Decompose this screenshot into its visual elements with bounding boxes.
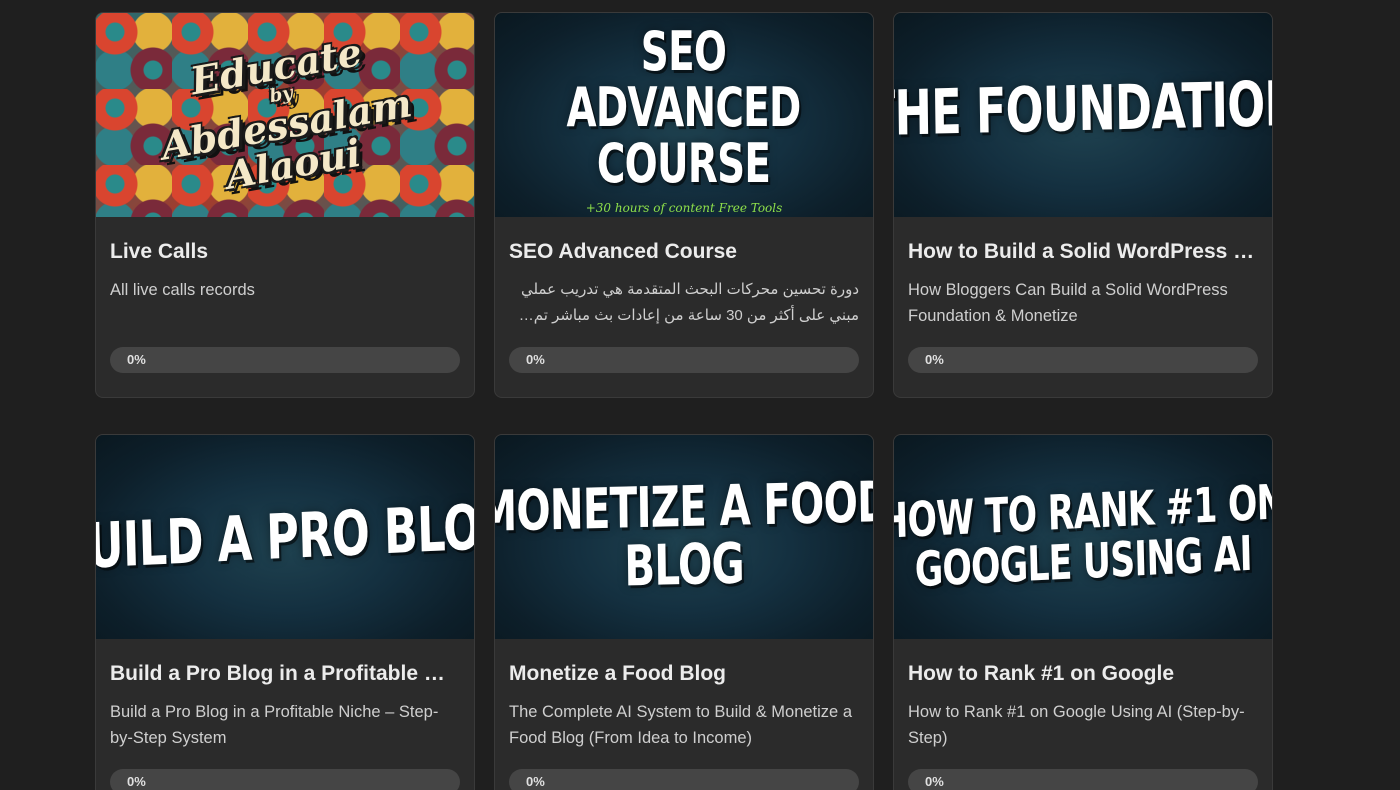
progress-bar: 0%: [509, 769, 859, 790]
course-description: All live calls records: [110, 281, 255, 299]
thumbnail-headline: BUILD A PRO BLOG: [96, 488, 474, 585]
course-title[interactable]: How to Rank #1 on Google: [908, 661, 1258, 687]
course-thumbnail: HOW TO RANK #1 ON GOOGLE USING AI: [894, 435, 1272, 639]
progress-label: 0%: [127, 352, 146, 367]
course-title[interactable]: SEO Advanced Course: [509, 239, 859, 265]
thumbnail-headline: MONETIZE A FOOD BLOG: [495, 470, 873, 600]
course-description: دورة تحسين محركات البحث المتقدمة هي تدري…: [520, 281, 859, 324]
course-thumbnail: MONETIZE A FOOD BLOG: [495, 435, 873, 639]
progress-bar: 0%: [110, 347, 460, 373]
course-thumbnail: Educate by Abdessalam Alaoui: [96, 13, 474, 217]
thumbnail-headline: THE FOUNDATION: [894, 66, 1272, 151]
course-thumbnail: SEO ADVANCED COURSE +30 hours of content…: [495, 13, 873, 217]
thumbnail-line: MONETIZE A FOOD: [495, 470, 873, 546]
progress-bar: 0%: [908, 769, 1258, 790]
course-title[interactable]: Build a Pro Blog in a Profitable Niche: [110, 661, 460, 687]
thumbnail-subtitle: +30 hours of content Free Tools: [585, 201, 783, 215]
progress-bar: 0%: [509, 347, 859, 373]
course-title[interactable]: Monetize a Food Blog: [509, 661, 859, 687]
progress-label: 0%: [925, 352, 944, 367]
thumbnail-headline: HOW TO RANK #1 ON GOOGLE USING AI: [894, 474, 1272, 598]
progress-label: 0%: [925, 774, 944, 789]
course-title[interactable]: Live Calls: [110, 239, 460, 265]
course-card-seo-advanced[interactable]: SEO ADVANCED COURSE +30 hours of content…: [494, 12, 874, 398]
course-card-wordpress-foundation[interactable]: THE FOUNDATION How to Build a Solid Word…: [893, 12, 1273, 398]
course-thumbnail: BUILD A PRO BLOG: [96, 435, 474, 639]
thumbnail-line: SEO: [641, 20, 727, 83]
thumbnail-headline: SEO ADVANCED COURSE: [566, 20, 802, 195]
course-card-live-calls[interactable]: Educate by Abdessalam Alaoui Live Calls …: [95, 12, 475, 398]
progress-label: 0%: [526, 774, 545, 789]
course-description: Build a Pro Blog in a Profitable Niche –…: [110, 703, 439, 747]
thumbnail-line: ADVANCED: [566, 76, 802, 139]
course-thumbnail: THE FOUNDATION: [894, 13, 1272, 217]
course-description: The Complete AI System to Build & Moneti…: [509, 703, 852, 747]
thumbnail-line: BUILD A PRO BLOG: [96, 488, 474, 585]
course-title[interactable]: How to Build a Solid WordPress Foundatio…: [908, 239, 1258, 265]
course-card-rank-google[interactable]: HOW TO RANK #1 ON GOOGLE USING AI How to…: [893, 434, 1273, 790]
thumbnail-line: THE FOUNDATION: [894, 66, 1272, 151]
thumbnail-line: COURSE: [597, 132, 771, 195]
thumbnail-logo: Educate by Abdessalam Alaoui: [148, 25, 422, 205]
course-description: How Bloggers Can Build a Solid WordPress…: [908, 281, 1228, 325]
course-card-pro-blog[interactable]: BUILD A PRO BLOG Build a Pro Blog in a P…: [95, 434, 475, 790]
progress-bar: 0%: [110, 769, 460, 790]
progress-bar: 0%: [908, 347, 1258, 373]
course-card-food-blog[interactable]: MONETIZE A FOOD BLOG Monetize a Food Blo…: [494, 434, 874, 790]
course-description: How to Rank #1 on Google Using AI (Step-…: [908, 703, 1245, 747]
progress-label: 0%: [127, 774, 146, 789]
progress-label: 0%: [526, 352, 545, 367]
